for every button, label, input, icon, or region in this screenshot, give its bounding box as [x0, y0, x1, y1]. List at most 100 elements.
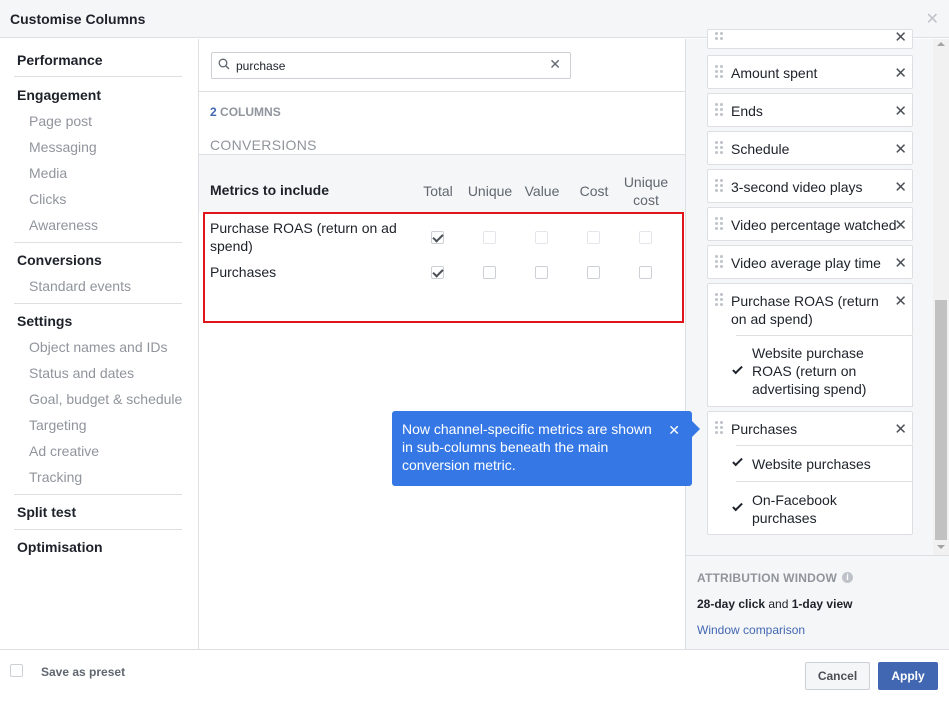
apply-button[interactable]: Apply	[878, 662, 938, 690]
checkbox-value[interactable]	[535, 231, 548, 244]
tooltip-close-icon[interactable]: ✕	[668, 421, 680, 439]
nav-group-engagement[interactable]: Engagement	[17, 87, 101, 103]
remove-icon[interactable]: ✕	[894, 178, 907, 196]
attribution-window: ATTRIBUTION WINDOW i 28-day click and 1-…	[685, 555, 949, 649]
drag-handle-icon[interactable]	[715, 421, 723, 435]
nav-item-messaging[interactable]: Messaging	[29, 139, 97, 155]
remove-icon[interactable]: ✕	[894, 292, 907, 310]
divider	[736, 481, 912, 482]
results-panel: purchase ✕ 2 COLUMNS CONVERSIONS Metrics…	[199, 39, 685, 649]
column-count: 2 COLUMNS	[210, 105, 281, 119]
save-preset-checkbox[interactable]	[10, 664, 23, 677]
nav-item-awareness[interactable]: Awareness	[29, 217, 98, 233]
attribution-click: 28-day click	[697, 597, 766, 611]
nav-item-ad-creative[interactable]: Ad creative	[29, 443, 99, 459]
nav-item-page-post[interactable]: Page post	[29, 113, 92, 129]
checkbox-total[interactable]	[431, 231, 444, 244]
nav-item-goal-budget[interactable]: Goal, budget & schedule	[29, 391, 182, 407]
nav-divider	[14, 242, 182, 243]
nav-item-standard-events[interactable]: Standard events	[29, 278, 131, 294]
col-header-cost: Cost	[579, 183, 609, 199]
remove-icon[interactable]: ✕	[894, 64, 907, 82]
drag-handle-icon[interactable]	[715, 65, 723, 79]
scroll-down-icon[interactable]	[937, 545, 945, 549]
window-comparison-link[interactable]: Window comparison	[697, 623, 805, 637]
section-title: CONVERSIONS	[210, 137, 317, 153]
checkbox-unique[interactable]	[483, 266, 496, 279]
scrollbar-thumb[interactable]	[935, 300, 947, 540]
cancel-button[interactable]: Cancel	[805, 662, 870, 690]
selected-column-card[interactable]: ✕	[707, 29, 913, 49]
sub-column-label: Website purchase ROAS (return on adverti…	[752, 345, 867, 397]
checkbox-cost[interactable]	[587, 266, 600, 279]
drag-handle-icon[interactable]	[715, 255, 723, 269]
nav-group-split-test[interactable]: Split test	[17, 504, 76, 520]
checkbox-unique[interactable]	[483, 231, 496, 244]
nav-item-status-dates[interactable]: Status and dates	[29, 365, 134, 381]
col-header-value: Value	[524, 183, 560, 199]
clear-search-icon[interactable]: ✕	[549, 56, 561, 73]
remove-icon[interactable]: ✕	[894, 102, 907, 120]
selected-column-card[interactable]: Purchase ROAS (return on ad spend) ✕	[707, 283, 913, 335]
remove-icon[interactable]: ✕	[894, 216, 907, 234]
checkbox-unique-cost[interactable]	[639, 231, 652, 244]
dialog-footer: Save as preset Cancel Apply	[0, 649, 949, 701]
checkbox-total[interactable]	[431, 266, 444, 279]
drag-handle-icon[interactable]	[715, 32, 723, 46]
nav-item-media[interactable]: Media	[29, 165, 67, 181]
checkbox-cost[interactable]	[587, 231, 600, 244]
selected-column-card[interactable]: Video average play time ✕	[707, 245, 913, 279]
column-count-label: COLUMNS	[220, 105, 281, 119]
attribution-title: ATTRIBUTION WINDOW	[697, 571, 838, 585]
save-preset-label[interactable]: Save as preset	[41, 665, 125, 679]
checkbox-unique-cost[interactable]	[639, 266, 652, 279]
search-input[interactable]: purchase ✕	[211, 52, 571, 79]
remove-icon[interactable]: ✕	[894, 28, 907, 46]
checkbox-value[interactable]	[535, 266, 548, 279]
check-icon[interactable]	[732, 363, 743, 375]
attribution-and: and	[765, 597, 792, 611]
selected-column-card[interactable]: Amount spent ✕	[707, 55, 913, 89]
close-icon[interactable]: ✕	[926, 9, 939, 29]
remove-icon[interactable]: ✕	[894, 254, 907, 272]
search-icon	[218, 58, 230, 70]
sub-column-list: Website purchases On-Facebook purchases	[707, 445, 913, 535]
divider	[199, 91, 685, 92]
nav-item-object-names[interactable]: Object names and IDs	[29, 339, 168, 355]
nav-divider	[14, 494, 182, 495]
nav-divider	[14, 529, 182, 530]
selected-column-label: 3-second video plays	[731, 179, 863, 195]
nav-item-tracking[interactable]: Tracking	[29, 469, 82, 485]
remove-icon[interactable]: ✕	[894, 140, 907, 158]
nav-item-targeting[interactable]: Targeting	[29, 417, 87, 433]
drag-handle-icon[interactable]	[715, 141, 723, 155]
info-icon[interactable]: i	[842, 572, 853, 583]
nav-group-performance[interactable]: Performance	[17, 52, 103, 68]
remove-icon[interactable]: ✕	[894, 420, 907, 438]
selected-column-label: Purchases	[731, 421, 798, 437]
nav-group-optimisation[interactable]: Optimisation	[17, 539, 103, 555]
scroll-up-icon[interactable]	[937, 42, 945, 46]
sub-column-list: Website purchase ROAS (return on adverti…	[707, 335, 913, 407]
drag-handle-icon[interactable]	[715, 179, 723, 193]
drag-handle-icon[interactable]	[715, 217, 723, 231]
selected-column-card[interactable]: Video percentage watched ✕	[707, 207, 913, 241]
selected-column-label: Schedule	[731, 141, 790, 157]
nav-group-settings[interactable]: Settings	[17, 313, 72, 329]
selected-column-card[interactable]: Purchases ✕	[707, 411, 913, 445]
attribution-value: 28-day click and 1-day view	[697, 597, 852, 611]
selected-column-label: Video percentage watched	[731, 217, 897, 233]
selected-column-card[interactable]: Schedule ✕	[707, 131, 913, 165]
sub-column-label: Website purchases	[752, 456, 871, 472]
nav-group-conversions[interactable]: Conversions	[17, 252, 102, 268]
selected-column-label: Ends	[731, 103, 763, 119]
selected-column-card[interactable]: Ends ✕	[707, 93, 913, 127]
search-value: purchase	[236, 59, 286, 73]
check-icon[interactable]	[732, 455, 743, 467]
drag-handle-icon[interactable]	[715, 293, 723, 307]
selected-column-card[interactable]: 3-second video plays ✕	[707, 169, 913, 203]
nav-item-clicks[interactable]: Clicks	[29, 191, 66, 207]
metrics-header: Metrics to include	[210, 182, 330, 198]
drag-handle-icon[interactable]	[715, 103, 723, 117]
check-icon[interactable]	[732, 500, 743, 512]
